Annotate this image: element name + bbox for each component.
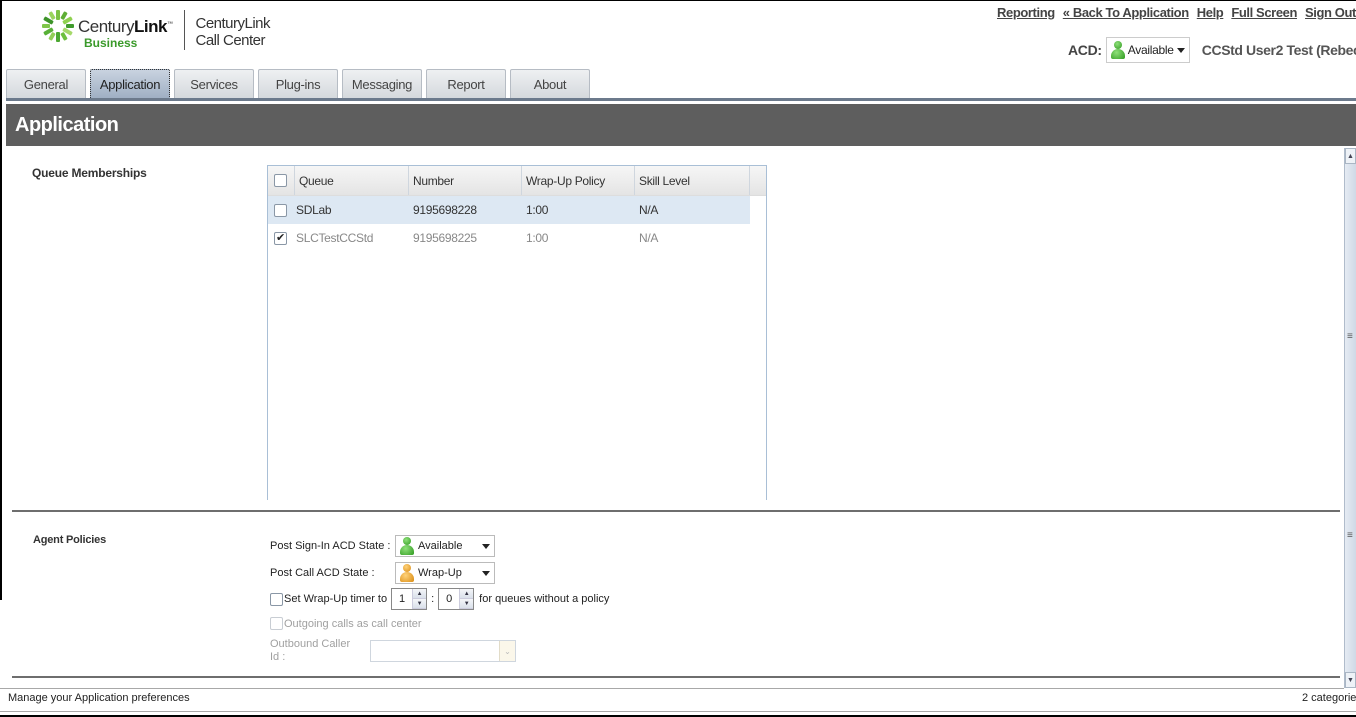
top-links: Reporting « Back To Application Help Ful… (997, 5, 1356, 20)
post-signin-state-select[interactable]: Available (395, 535, 495, 557)
scroll-grip-icon[interactable]: ≡ (1347, 531, 1353, 541)
wrap-up-timer-checkbox[interactable] (270, 592, 283, 606)
window-border-left (0, 0, 2, 600)
status-bar-top-border (0, 688, 1344, 689)
main-tabs: General Application Services Plug-ins Me… (6, 69, 590, 99)
post-call-label: Post Call ACD State : (270, 567, 375, 579)
page-scrollbar[interactable]: ≡ ▼ (1344, 505, 1356, 688)
cell-number: 9195698228 (413, 203, 477, 217)
scroll-grip-icon[interactable]: ≡ (1347, 332, 1353, 342)
cell-number: 9195698225 (413, 231, 477, 245)
grid-header: Queue Number Wrap-Up Policy Skill Level (268, 166, 766, 196)
table-row[interactable]: SDLab 9195698228 1:00 N/A (268, 196, 750, 224)
tab-application[interactable]: Application (90, 69, 170, 99)
full-screen-link[interactable]: Full Screen (1231, 5, 1297, 20)
outgoing-calls-label: Outgoing calls as call center (284, 617, 422, 630)
status-bar-bottom-border (0, 711, 1356, 712)
tab-plug-ins[interactable]: Plug-ins (258, 69, 338, 99)
agent-policies-heading: Agent Policies (33, 534, 106, 546)
queue-memberships-grid: Queue Number Wrap-Up Policy Skill Level … (267, 165, 767, 500)
person-wrap-up-icon (400, 564, 414, 582)
sign-out-link[interactable]: Sign Out (1305, 5, 1356, 20)
spinner-down-icon[interactable]: ▼ (413, 599, 427, 609)
content-scrollbar[interactable]: ▲ ≡ (1344, 148, 1356, 505)
cell-wrap-up-policy: 1:00 (526, 203, 549, 217)
wrap-up-minutes-spinner[interactable]: 1 ▲ ▼ (391, 588, 428, 610)
status-message: Manage your Application preferences (8, 692, 190, 704)
acd-status-row: ACD: Available CCStd User2 Test (Rebecca (1068, 37, 1356, 63)
cell-queue: SLCTestCCStd (296, 231, 374, 245)
centurylink-burst-icon (42, 10, 74, 42)
person-available-icon (400, 537, 414, 555)
column-header-wrap-up-policy[interactable]: Wrap-Up Policy (522, 166, 635, 195)
tab-underline (6, 98, 1356, 101)
tab-report[interactable]: Report (426, 69, 506, 99)
outbound-caller-label: Outbound Caller Id : (270, 638, 351, 663)
brand-logo: CenturyLink™ Business CenturyLink Call C… (42, 10, 271, 50)
logo-divider (184, 10, 186, 50)
queue-memberships-heading: Queue Memberships (32, 166, 147, 180)
time-separator: : (431, 593, 435, 605)
tab-general[interactable]: General (6, 69, 86, 99)
scroll-up-icon[interactable]: ▲ (1345, 148, 1356, 164)
burst-ray (66, 24, 74, 28)
status-category-count: 2 categories (1302, 692, 1356, 704)
cell-skill-level: N/A (639, 231, 659, 245)
tab-about[interactable]: About (510, 69, 590, 99)
select-all-checkbox[interactable] (274, 174, 287, 187)
column-header-queue[interactable]: Queue (295, 166, 409, 195)
section-divider (12, 510, 1340, 512)
outbound-caller-id-select[interactable]: ⌄ (370, 640, 516, 662)
column-header-number[interactable]: Number (409, 166, 522, 195)
column-header-filler (750, 166, 766, 195)
post-call-row: Post Call ACD State : Wrap-Up (270, 562, 495, 584)
outgoing-calls-checkbox[interactable] (270, 617, 283, 630)
chevron-down-icon (1176, 47, 1185, 53)
wrap-up-timer-row: Set Wrap-Up timer to 1 ▲ ▼ : 0 ▲ ▼ for que… (270, 588, 609, 610)
scroll-down-icon[interactable]: ▼ (1345, 672, 1356, 688)
reporting-link[interactable]: Reporting (997, 5, 1055, 20)
spinner-up-icon[interactable]: ▲ (460, 589, 474, 599)
spinner-down-icon[interactable]: ▼ (460, 599, 474, 609)
cell-queue: SDLab (296, 203, 332, 217)
post-signin-label: Post Sign-In ACD State : (270, 540, 391, 552)
row-checkbox[interactable] (274, 203, 287, 217)
brand-name: CenturyLink™ (78, 17, 173, 36)
wrap-up-seconds-spinner[interactable]: 0 ▲ ▼ (438, 588, 475, 610)
section-divider (12, 676, 1340, 678)
section-header: Application (6, 104, 1356, 146)
chevron-down-icon (482, 570, 490, 576)
chevron-down-icon: ⌄ (499, 641, 515, 661)
row-checkbox[interactable]: ✔ (274, 231, 287, 245)
post-signin-row: Post Sign-In ACD State : Available (270, 535, 495, 557)
wrap-up-timer-label: Set Wrap-Up timer to (284, 593, 388, 605)
post-call-state-select[interactable]: Wrap-Up (395, 562, 495, 584)
acd-label: ACD: (1068, 42, 1102, 58)
window-border-top (0, 0, 1356, 1)
tab-services[interactable]: Services (174, 69, 254, 99)
spinner-up-icon[interactable]: ▲ (413, 589, 427, 599)
product-name: CenturyLink Call Center (195, 15, 271, 49)
acd-state-select[interactable]: Available (1105, 37, 1190, 63)
cell-skill-level: N/A (639, 203, 659, 217)
chevron-down-icon (482, 543, 490, 549)
user-name: CCStd User2 Test (Rebecca (1201, 42, 1356, 58)
help-link[interactable]: Help (1197, 5, 1224, 20)
burst-ray (56, 32, 60, 42)
back-to-application-link[interactable]: « Back To Application (1063, 5, 1189, 20)
burst-ray (56, 10, 60, 20)
outgoing-calls-row: Outgoing calls as call center (270, 617, 422, 630)
column-header-skill-level[interactable]: Skill Level (635, 166, 750, 195)
cell-wrap-up-policy: 1:00 (526, 231, 549, 245)
page-title: Application (15, 114, 119, 136)
tab-messaging[interactable]: Messaging (342, 69, 422, 99)
wrap-up-timer-suffix: for queues without a policy (479, 593, 610, 605)
person-available-icon (1110, 41, 1125, 59)
table-row[interactable]: ✔ SLCTestCCStd 9195698225 1:00 N/A (268, 224, 750, 252)
burst-ray (42, 24, 50, 28)
brand-sub: Business (84, 36, 138, 50)
select-all-cell (268, 166, 295, 195)
